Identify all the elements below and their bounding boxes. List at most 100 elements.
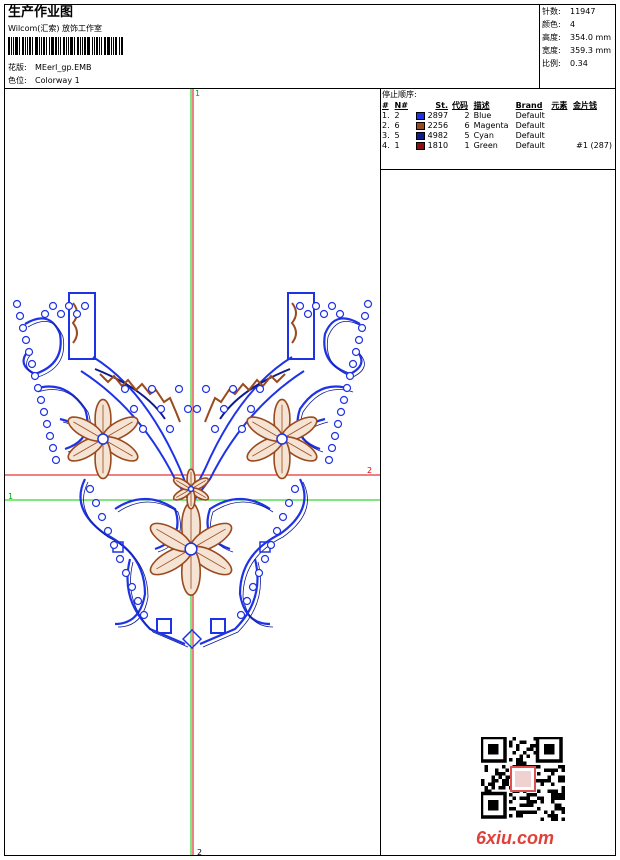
barcode-bar xyxy=(115,37,117,55)
row-brand: Default xyxy=(515,131,545,140)
row-stitches: 2256 xyxy=(411,121,450,131)
color-swatch xyxy=(416,141,426,150)
sequin-dot xyxy=(115,554,125,564)
col-description: 描述 xyxy=(473,101,490,110)
barcode-bar xyxy=(87,37,90,55)
barcode-bar xyxy=(35,37,38,55)
barcode-bar xyxy=(96,37,98,55)
colorway-value: Colorway 1 xyxy=(35,76,80,85)
qr-module xyxy=(554,793,558,797)
design-label: 花版: xyxy=(8,63,27,72)
strap-left-fill xyxy=(71,302,78,344)
qr-module xyxy=(530,810,534,814)
row-element xyxy=(549,131,571,141)
qr-module xyxy=(558,796,562,800)
sequin-dot xyxy=(42,419,52,429)
row-sequins: #1 (287) xyxy=(576,141,612,150)
sequin-dot xyxy=(201,384,211,394)
sequence-title: 停止顺序: xyxy=(382,90,417,99)
scale-label: 比例: xyxy=(542,59,561,68)
barcode xyxy=(8,37,150,55)
qr-module xyxy=(551,772,555,776)
qr-module xyxy=(519,761,523,765)
barcode-bar xyxy=(27,37,28,55)
row-sequins xyxy=(571,111,614,121)
qr-module xyxy=(558,793,562,797)
col-sequins: 金片钱 xyxy=(572,101,597,110)
qr-module xyxy=(505,779,509,783)
qr-module xyxy=(516,747,520,751)
qr-module xyxy=(509,740,513,744)
qr-module xyxy=(551,800,555,804)
flower-right-center xyxy=(276,433,288,445)
qr-module xyxy=(558,803,562,807)
qr-module xyxy=(519,803,523,807)
qr-module xyxy=(533,810,537,814)
qr-module xyxy=(533,793,537,797)
width-value: 359.3 mm xyxy=(570,46,612,55)
sequin-dot xyxy=(272,526,282,536)
qr-module xyxy=(558,765,562,769)
sequin-dot xyxy=(165,424,175,434)
studio-name: Wilcom(汇索) 放饰工作室 xyxy=(8,24,103,33)
qr-module xyxy=(554,789,558,793)
sequin-dot xyxy=(64,301,74,311)
qr-module xyxy=(519,814,523,818)
strap-left xyxy=(68,292,96,360)
row-needle: 1 xyxy=(394,141,400,150)
sequin-dot xyxy=(336,407,346,417)
qr-module xyxy=(561,789,565,793)
qr-module xyxy=(502,772,506,776)
width-label: 宽度: xyxy=(542,46,561,55)
v-zigzag-right xyxy=(204,373,286,423)
row-needle: 6 xyxy=(394,121,400,130)
barcode-bar xyxy=(77,37,79,55)
col-code: 代码 xyxy=(452,101,469,110)
sequin-dot xyxy=(345,371,355,381)
qr-logo-inner xyxy=(515,771,531,787)
qr-module xyxy=(523,761,527,765)
qr-module xyxy=(544,810,548,814)
qr-module xyxy=(495,772,499,776)
qr-module xyxy=(516,744,520,748)
qr-module xyxy=(509,807,513,811)
flower-small-center xyxy=(187,485,195,493)
sequin-dot xyxy=(183,404,193,414)
box-right xyxy=(210,618,226,634)
qr-module xyxy=(491,775,495,779)
barcode-bar xyxy=(22,37,24,55)
sequin-dot xyxy=(36,395,46,405)
qr-module xyxy=(509,793,513,797)
v-zigzag-left xyxy=(99,373,181,423)
barcode-bar xyxy=(13,37,14,55)
qr-module xyxy=(516,814,520,818)
qr-module xyxy=(558,779,562,783)
sequin-dot xyxy=(48,301,58,311)
barcode-bar xyxy=(70,37,73,55)
qr-module xyxy=(530,747,534,751)
sequin-dot xyxy=(295,301,305,311)
qr-module xyxy=(516,761,520,765)
sequin-dot xyxy=(303,309,313,319)
qr-module xyxy=(502,779,506,783)
sequence-row: 3. 5 4982 5 Cyan Default xyxy=(380,131,614,141)
qr-finder-center xyxy=(544,744,555,755)
sequin-dot xyxy=(121,568,131,578)
height-label: 高度: xyxy=(542,33,561,42)
row-brand: Default xyxy=(515,141,545,150)
qr-module xyxy=(491,786,495,790)
row-index: 1. xyxy=(382,111,390,120)
barcode-bar xyxy=(46,37,47,55)
sequin-dot xyxy=(284,498,294,508)
qr-module xyxy=(547,775,551,779)
qr-module xyxy=(554,807,558,811)
colorway-label: 色位: xyxy=(8,76,27,85)
qr-module xyxy=(561,786,565,790)
sequin-dot xyxy=(330,431,340,441)
barcode-bar xyxy=(80,37,81,55)
qr-code xyxy=(481,737,565,821)
qr-module xyxy=(505,775,509,779)
row-description: Magenta xyxy=(473,121,509,130)
sequin-dot xyxy=(27,359,37,369)
barcode-bar xyxy=(43,37,45,55)
